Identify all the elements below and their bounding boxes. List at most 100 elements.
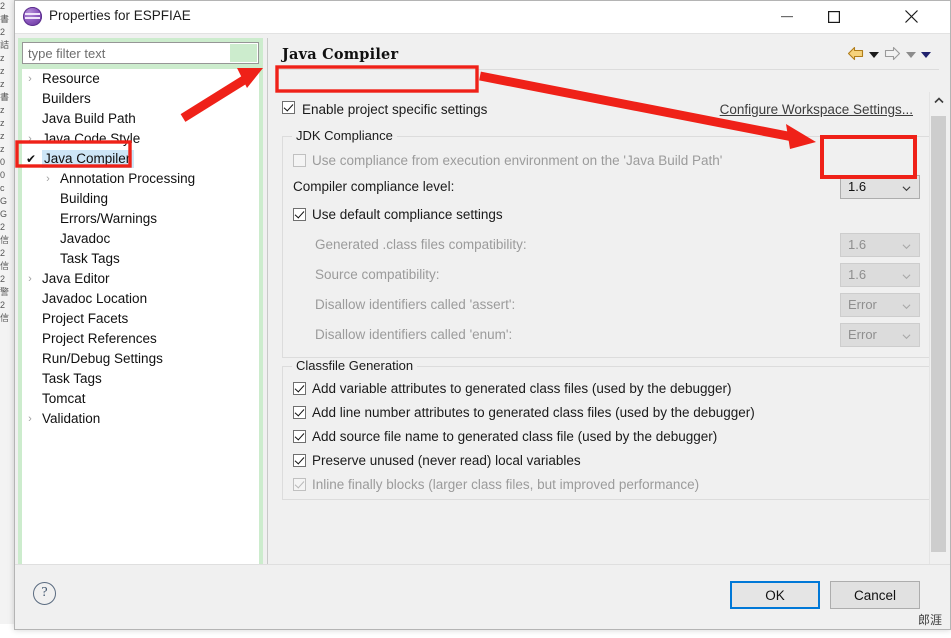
classfile-checkbox-label: Add line number attributes to generated … — [312, 405, 755, 420]
sidebar-item-java-code-style[interactable]: › Java Code Style — [22, 129, 259, 149]
watermark-text: 郎涯 — [917, 613, 942, 627]
sidebar-item-project-references[interactable]: Project References — [22, 329, 259, 349]
tree-expand-icon[interactable]: › — [22, 129, 38, 149]
configure-workspace-settings-link[interactable]: Configure Workspace Settings... — [720, 102, 913, 117]
jdk-row-dropdown[interactable]: 1.6 — [840, 233, 920, 257]
scroll-up-icon[interactable] — [930, 92, 947, 109]
forward-history-caret-icon — [906, 52, 916, 58]
sidebar-item-javadoc[interactable]: Javadoc — [22, 229, 259, 249]
sidebar-item-tomcat[interactable]: Tomcat — [22, 389, 259, 409]
jdk-row-label: Disallow identifiers called 'enum': — [315, 327, 513, 342]
jdk-compliance-group: JDK Compliance Use compliance from execu… — [282, 128, 931, 358]
page-scrollbar[interactable] — [929, 92, 947, 604]
minimize-button[interactable] — [764, 1, 810, 32]
sidebar-item-errors-warnings[interactable]: Errors/Warnings — [22, 209, 259, 229]
properties-dialog: Properties for ESPFIAE type filter text … — [14, 0, 951, 630]
jdk-row-value: 1.6 — [848, 237, 867, 252]
sidebar-item-task-tags[interactable]: Task Tags — [22, 369, 259, 389]
jdk-row-label: Source compatibility: — [315, 267, 440, 282]
classfile-checkbox[interactable] — [293, 406, 306, 419]
sidebar-item-java-editor[interactable]: › Java Editor — [22, 269, 259, 289]
classfile-checkbox-label: Preserve unused (never read) local varia… — [312, 453, 581, 468]
chevron-down-icon — [902, 304, 911, 310]
sidebar-item-java-build-path[interactable]: Java Build Path — [22, 109, 259, 129]
tree-expand-icon[interactable]: › — [40, 169, 56, 189]
eclipse-sphere-icon — [23, 7, 42, 26]
classfile-generation-group: Classfile Generation Add variable attrib… — [282, 358, 931, 500]
jdk-row-value: Error — [848, 297, 877, 312]
compiler-compliance-level-value: 1.6 — [848, 179, 867, 194]
use-execution-environment-checkbox[interactable] — [293, 154, 306, 167]
page-title: Java Compiler — [282, 46, 399, 63]
enable-project-specific-row: Enable project specific settings Configu… — [282, 100, 931, 122]
sidebar-item-label: Java Editor — [42, 271, 110, 286]
dialog-title-bar: Properties for ESPFIAE — [15, 1, 950, 34]
tree-item-check-icon: ✔ — [26, 152, 37, 166]
sidebar-item-java-compiler[interactable]: ✔ Java Compiler — [22, 149, 259, 169]
jdk-row-dropdown[interactable]: 1.6 — [840, 263, 920, 287]
tree-expand-icon[interactable]: › — [22, 69, 38, 89]
enable-project-specific-checkbox[interactable] — [282, 101, 295, 114]
sidebar-item-label: Run/Debug Settings — [42, 351, 163, 366]
close-icon[interactable] — [888, 1, 934, 32]
sidebar-item-label: Java Compiler — [42, 150, 135, 168]
jdk-row-value: Error — [848, 327, 877, 342]
settings-tree[interactable]: › Resource Builders Java Build Path › Java Co… — [22, 69, 259, 600]
java-build-path-link[interactable]: 'Java Build Path' — [623, 153, 722, 168]
sidebar-item-building[interactable]: Building — [22, 189, 259, 209]
sidebar-item-javadoc-location[interactable]: Javadoc Location — [22, 289, 259, 309]
use-default-compliance-row: Use default compliance settings — [293, 205, 920, 227]
dialog-footer: ? OK Cancel 郎涯 — [15, 564, 950, 629]
sidebar-item-label: Annotation Processing — [60, 171, 196, 186]
help-icon[interactable]: ? — [33, 582, 56, 605]
sidebar-item-builders[interactable]: Builders — [22, 89, 259, 109]
classfile-checkbox[interactable] — [293, 430, 306, 443]
sidebar-item-validation[interactable]: › Validation — [22, 409, 259, 429]
jdk-row-dropdown[interactable]: Error — [840, 293, 920, 317]
maximize-button[interactable] — [811, 1, 857, 32]
classfile-checkbox-label: Add variable attributes to generated cla… — [312, 381, 732, 396]
page-navigation-icons — [847, 46, 931, 64]
sidebar-item-run-debug-settings[interactable]: Run/Debug Settings — [22, 349, 259, 369]
jdk-compliance-title: JDK Compliance — [292, 128, 397, 143]
sidebar-item-resource[interactable]: › Resource — [22, 69, 259, 89]
sidebar-item-label: Building — [60, 191, 109, 206]
sidebar-item-label: Javadoc Location — [42, 291, 148, 306]
tree-expand-icon[interactable]: › — [22, 269, 38, 289]
dialog-title: Properties for ESPFIAE — [49, 8, 191, 23]
jdk-row: Source compatibility: 1.6 — [293, 263, 920, 287]
sidebar-item-project-facets[interactable]: Project Facets — [22, 309, 259, 329]
jdk-row-dropdown[interactable]: Error — [840, 323, 920, 347]
tree-expand-icon[interactable]: › — [22, 409, 38, 429]
sidebar-item-task-tags[interactable]: Task Tags — [22, 249, 259, 269]
scrollbar-thumb[interactable] — [931, 116, 946, 552]
forward-arrow-icon — [884, 46, 901, 64]
page-menu-caret-icon[interactable] — [921, 52, 931, 58]
back-history-caret-icon[interactable] — [869, 52, 879, 58]
jdk-row: Disallow identifiers called 'assert': Err… — [293, 293, 920, 317]
classfile-checkbox[interactable] — [293, 478, 306, 491]
cancel-button[interactable]: Cancel — [830, 581, 920, 609]
back-arrow-icon[interactable] — [847, 46, 864, 64]
use-default-compliance-label: Use default compliance settings — [312, 207, 503, 222]
ok-button[interactable]: OK — [730, 581, 820, 609]
chevron-down-icon — [902, 186, 911, 192]
classfile-checkbox-row: Add variable attributes to generated cla… — [293, 379, 920, 401]
sidebar-item-label: Resource — [42, 71, 100, 86]
sidebar-item-label: Project Facets — [42, 311, 129, 326]
jdk-row-value: 1.6 — [848, 267, 867, 282]
sidebar-item-annotation-processing[interactable]: › Annotation Processing — [22, 169, 259, 189]
classfile-checkbox-label: Add source file name to generated class … — [312, 429, 718, 444]
classfile-checkbox[interactable] — [293, 454, 306, 467]
sidebar-item-label: Validation — [42, 411, 101, 426]
classfile-checkbox-row: Add source file name to generated class … — [293, 427, 920, 449]
classfile-checkbox[interactable] — [293, 382, 306, 395]
use-default-compliance-checkbox[interactable] — [293, 208, 306, 221]
sidebar-item-label: Java Code Style — [42, 131, 141, 146]
filter-input[interactable]: type filter text — [22, 42, 259, 64]
compiler-compliance-level-dropdown[interactable]: 1.6 — [840, 175, 920, 199]
classfile-generation-title: Classfile Generation — [292, 358, 418, 373]
enable-project-specific-label: Enable project specific settings — [302, 102, 488, 117]
filter-clear-area[interactable] — [230, 44, 257, 62]
jdk-row: Disallow identifiers called 'enum': Error — [293, 323, 920, 347]
